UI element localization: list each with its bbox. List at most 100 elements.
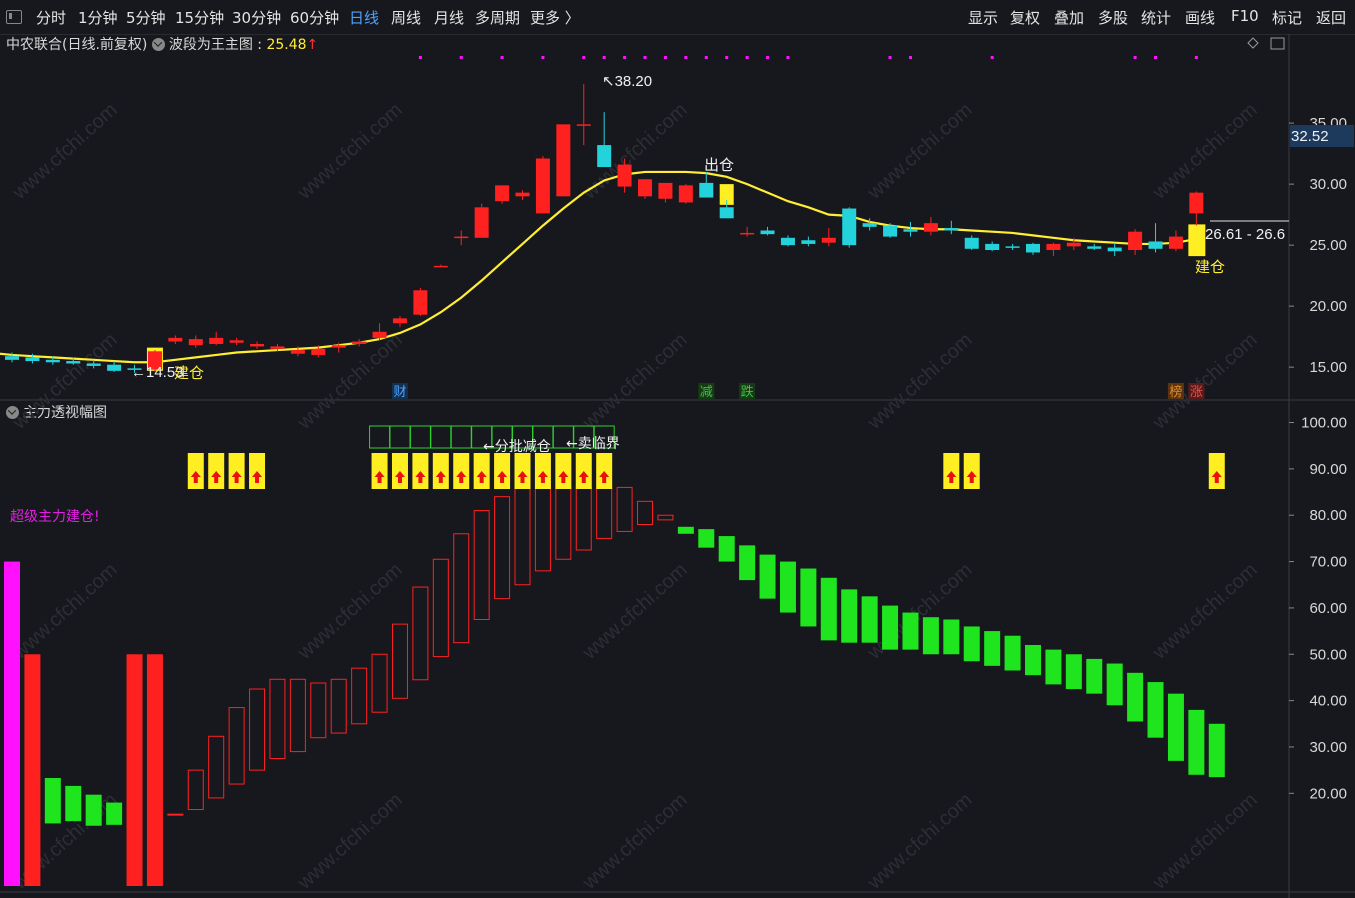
signal-dot [663,56,667,59]
candle-body [86,363,101,366]
watermark: www.cfchi.com [1148,789,1262,895]
outline-bar [473,510,490,621]
candle-body [1168,236,1183,249]
candle-body [229,340,244,343]
candle-body [883,225,898,237]
signal-dot [500,56,504,59]
y-tick-label: 20.00 [1309,298,1347,315]
signal-dot [1133,56,1137,59]
candle-body [1066,242,1081,247]
histogram-bar [779,561,796,613]
watermark: www.cfchi.com [8,559,122,665]
histogram-bar [882,605,899,650]
outline-bar [575,486,592,551]
outline-bar [657,514,674,521]
candle-body [515,192,530,197]
y-tick-label: 30.00 [1309,739,1347,756]
outline-bar [514,486,531,586]
candle-body [270,346,285,349]
signal-dot [623,56,627,59]
histogram-bar [1086,658,1103,694]
build-label: 建仓 [174,364,204,382]
candle-body [985,243,1000,251]
price-tag: 32.52 [1291,128,1329,145]
histogram-bar [963,626,980,662]
outline-bar [330,678,347,734]
watermark: www.cfchi.com [293,99,407,205]
signal-dot [684,56,688,59]
candle-body [474,207,489,238]
candle-body [780,237,795,246]
watermark: www.cfchi.com [578,789,692,895]
histogram-bar [820,577,837,641]
histogram-bar [861,596,878,643]
histogram-bar [1106,663,1123,706]
y-tick-label: 90.00 [1309,461,1347,478]
outline-bar [412,586,429,681]
signal-dot [541,56,545,59]
signal-dot [582,56,586,59]
candle-body [250,343,265,347]
candle-body [964,237,979,249]
arrow-box [249,453,266,489]
histogram-bar [718,536,735,562]
signal-box [409,425,431,449]
watermark: www.cfchi.com [293,559,407,665]
outline-bar [391,623,408,699]
candle-body [535,158,550,214]
candle-body [597,145,612,168]
watermark: www.cfchi.com [578,329,692,435]
signal-dot [704,56,708,59]
exit-label: 出仓 [704,156,734,174]
diamond-icon [1247,37,1259,49]
outline-bar [596,486,613,539]
watermark: www.cfchi.com [578,559,692,665]
outline-bar [289,678,306,753]
outline-bar [637,500,654,526]
candle-body [25,357,40,362]
candle-body [1148,241,1163,249]
outline-bar [208,735,225,799]
signal-box [430,425,452,449]
candle-body [678,185,693,203]
build-signal-block [1188,224,1206,257]
histogram-bar [841,589,858,643]
histogram-bar [984,631,1001,666]
signal-dot [725,56,729,59]
candle-body [944,228,959,231]
candle-body [331,345,346,348]
y-tick-label: 60.00 [1309,600,1347,617]
candle-body [638,179,653,197]
signal-dot [1154,56,1158,59]
range-label: 26.61 - 26.6 [1205,226,1285,243]
signal-box [389,425,411,449]
watermark: www.cfchi.com [8,99,122,205]
marker-text: 榜 [1169,384,1182,400]
candle-body [576,124,591,126]
signal-dot [418,56,422,59]
y-tick-label: 40.00 [1309,693,1347,710]
outline-bar [371,653,388,713]
candle-body [658,182,673,199]
signal-dot [1194,56,1198,59]
histogram-bar [1208,723,1225,778]
histogram-bar [65,785,82,822]
signal-dot [766,56,770,59]
histogram-bar [677,526,694,534]
candle-body [842,208,857,246]
signal-dot [908,56,912,59]
candle-body [372,331,387,338]
candle-body [556,124,571,197]
histogram-bar [1025,645,1041,676]
candle-body [1128,231,1143,251]
histogram-bar [44,778,61,824]
candle-body [1107,247,1122,252]
signal-box [369,425,391,449]
watermark: www.cfchi.com [1148,329,1262,435]
histogram-bar [902,612,919,650]
outline-bar [616,486,633,532]
histogram-bar [85,794,102,826]
stock-chart[interactable]: www.cfchi.com www.cfchi.com www.cfchi.com w… [0,0,1355,898]
histogram-bar [739,545,756,581]
candle-body [352,341,367,344]
